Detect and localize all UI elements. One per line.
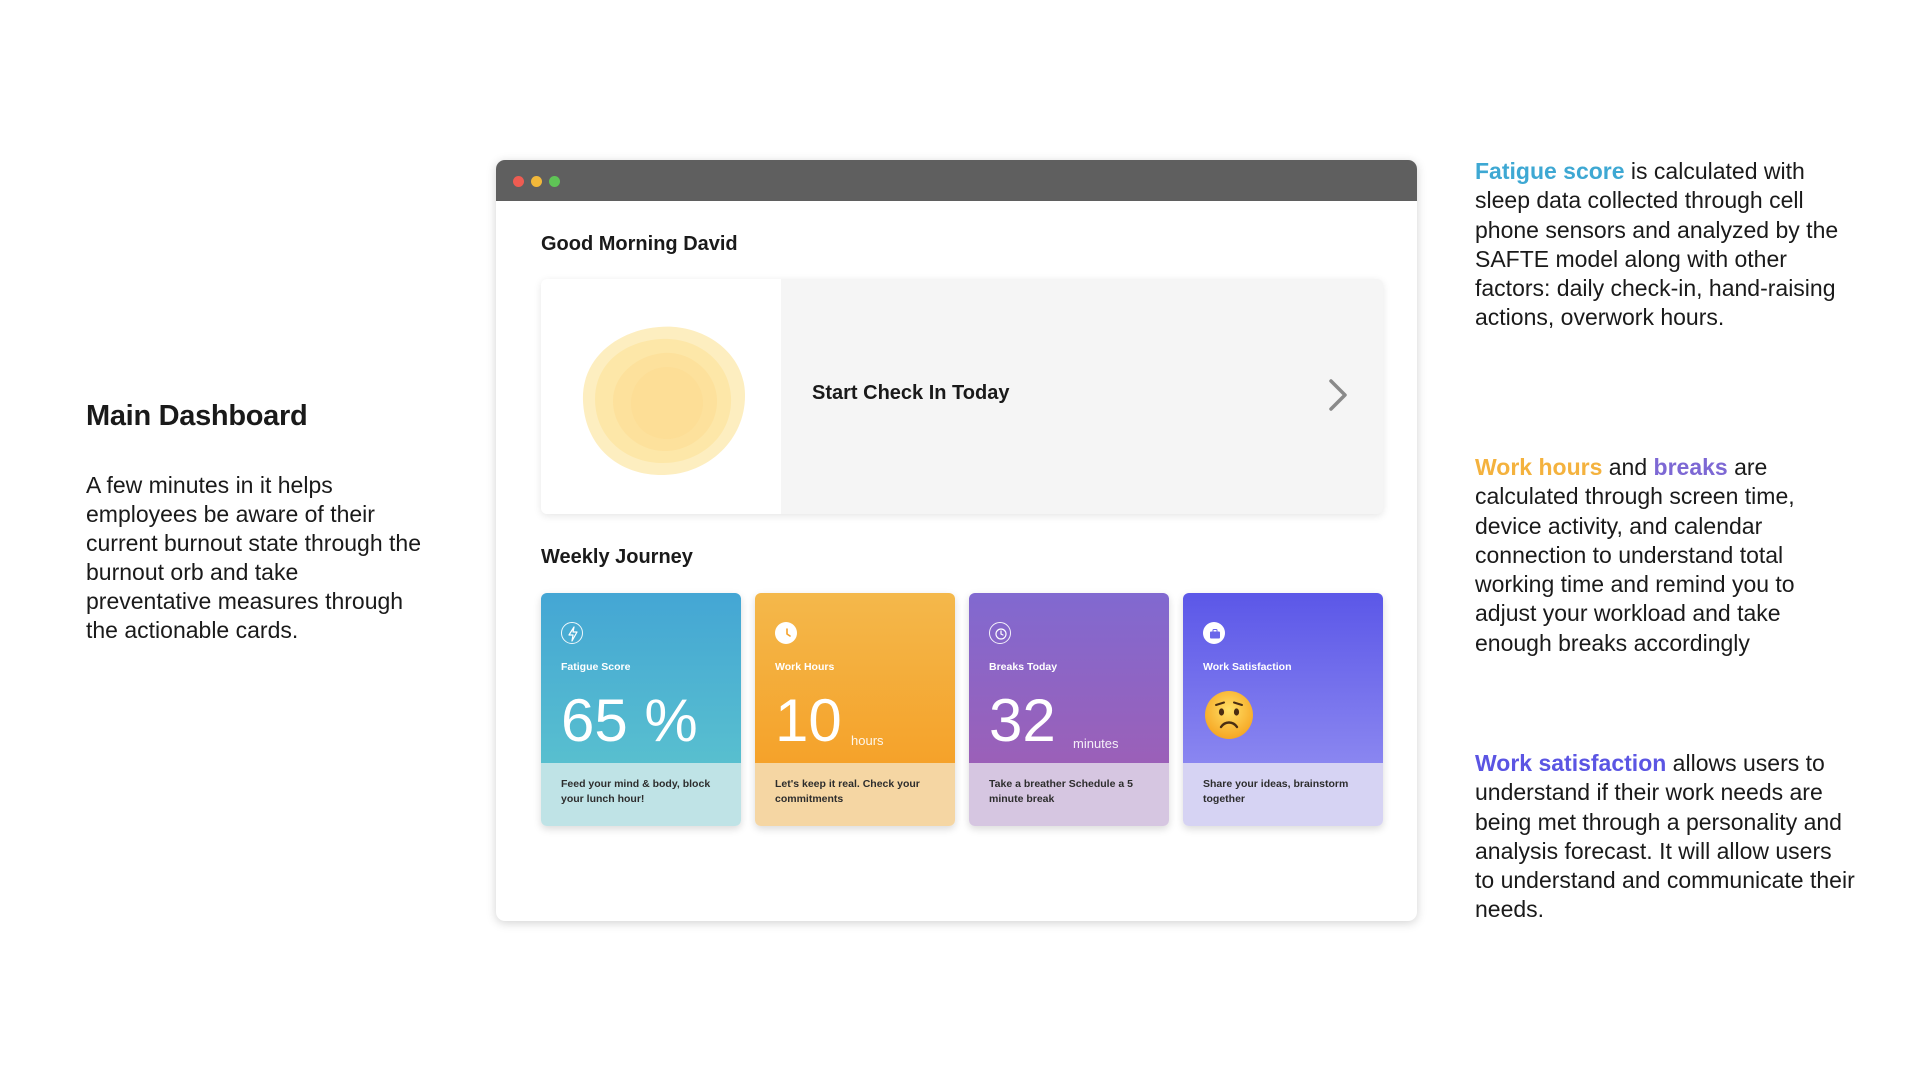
clock-icon [775, 622, 797, 644]
app-window: Good Morning David Start Check In Today … [496, 160, 1417, 921]
timer-icon [989, 622, 1011, 644]
work-hours-card[interactable]: Work Hours 10 hours Let's keep it real. … [755, 593, 955, 826]
burnout-orb-panel [541, 279, 781, 514]
work-satisfaction-note: Work satisfaction allows users to unders… [1475, 749, 1855, 925]
worried-face-icon [1205, 691, 1253, 739]
minimize-window-button[interactable] [531, 176, 542, 187]
card-label: Work Satisfaction [1203, 661, 1292, 673]
fatigue-score-card[interactable]: Fatigue Score 65 % Feed your mind & body… [541, 593, 741, 826]
work-satisfaction-highlight: Work satisfaction [1475, 750, 1667, 776]
card-label: Fatigue Score [561, 661, 631, 673]
breaks-today-card[interactable]: Breaks Today 32 minutes Take a breather … [969, 593, 1169, 826]
close-window-button[interactable] [513, 176, 524, 187]
card-tip: Share your ideas, brainstorm together [1203, 778, 1349, 805]
fatigue-score-note: Fatigue score is calculated with sleep d… [1475, 157, 1855, 333]
window-titlebar [496, 160, 1417, 201]
card-tip: Feed your mind & body, block your lunch … [561, 778, 711, 805]
briefcase-icon [1203, 622, 1225, 644]
work-satisfaction-card[interactable]: Work Satisfaction Share your ideas, brai… [1183, 593, 1383, 826]
card-tip: Let's keep it real. Check your commitmen… [775, 778, 920, 805]
left-description: Main Dashboard A few minutes in it helps… [86, 400, 426, 645]
note-mid-text: and [1602, 454, 1654, 480]
breaks-highlight: breaks [1653, 454, 1728, 480]
card-label: Work Hours [775, 661, 835, 673]
section-title: Main Dashboard [86, 400, 308, 432]
burnout-orb-icon [582, 326, 746, 476]
greeting-heading: Good Morning David [541, 233, 738, 255]
card-unit: minutes [1073, 736, 1119, 751]
card-label: Breaks Today [989, 661, 1058, 673]
maximize-window-button[interactable] [549, 176, 560, 187]
chevron-right-icon[interactable] [1317, 375, 1357, 415]
card-value: 32 [989, 687, 1056, 754]
card-unit: hours [851, 733, 884, 748]
card-value: 65 % [561, 687, 698, 754]
card-tip: Take a breather Schedule a 5 minute brea… [989, 778, 1133, 805]
check-in-card[interactable]: Start Check In Today [541, 279, 1383, 514]
check-in-label: Start Check In Today [812, 382, 1010, 404]
card-value: 10 [775, 687, 842, 754]
lightning-icon [561, 622, 583, 644]
weekly-journey-heading: Weekly Journey [541, 546, 693, 568]
work-hours-highlight: Work hours [1475, 454, 1603, 480]
note-text: are calculated through screen time, devi… [1475, 454, 1795, 656]
section-description: A few minutes in it helps employees be a… [86, 472, 421, 643]
fatigue-score-highlight: Fatigue score [1475, 158, 1625, 184]
work-hours-note: Work hours and breaks are calculated thr… [1475, 453, 1855, 658]
